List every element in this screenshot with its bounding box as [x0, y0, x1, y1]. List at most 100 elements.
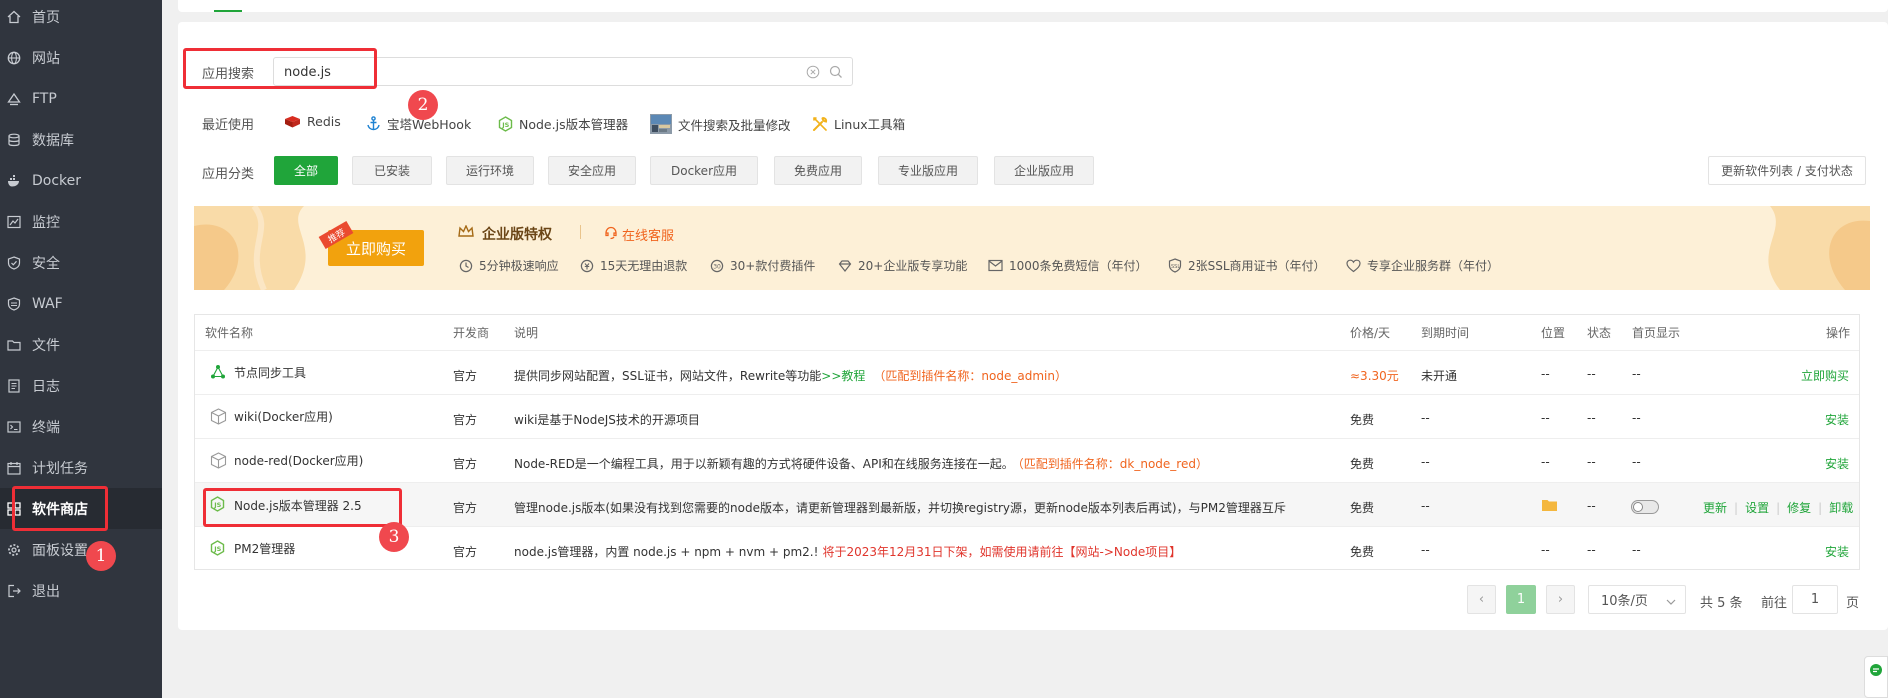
sidebar-item-security[interactable]: 安全: [0, 242, 162, 283]
page-1-button[interactable]: 1: [1506, 585, 1536, 614]
category-pro-button[interactable]: 专业版应用: [878, 156, 978, 185]
feature-label: 2张SSL商用证书（年付）: [1188, 259, 1326, 273]
home-display-toggle[interactable]: [1631, 500, 1659, 514]
category-all-button[interactable]: 全部: [274, 156, 338, 185]
category-free-button[interactable]: 免费应用: [774, 156, 862, 185]
category-runtime-button[interactable]: 运行环境: [446, 156, 534, 185]
sidebar-item-ftp[interactable]: FTP: [0, 78, 162, 119]
description-text: node.js管理器，内置 node.js + npm + nvm + pm2.…: [514, 545, 819, 559]
docker-icon: [7, 174, 21, 188]
col-header-desc: 说明: [514, 326, 539, 340]
sidebar-item-terminal[interactable]: 终端: [0, 406, 162, 447]
sidebar-item-label: 日志: [32, 378, 60, 395]
software-name: PM2管理器: [234, 542, 296, 556]
sidebar-item-home[interactable]: 首页: [0, 0, 162, 37]
sidebar-item-label: 终端: [32, 419, 60, 436]
home-display: --: [1632, 455, 1641, 469]
recent-item-nodejs-manager[interactable]: JS Node.js版本管理器: [498, 114, 628, 133]
sidebar-item-logs[interactable]: 日志: [0, 365, 162, 406]
sidebar-item-logout[interactable]: 退出: [0, 570, 162, 611]
vendor: 官方: [453, 369, 478, 383]
col-header-expire: 到期时间: [1421, 326, 1470, 340]
active-tab-indicator: [214, 10, 242, 12]
online-service-link[interactable]: 在线客服: [622, 225, 674, 244]
install-link[interactable]: 安装: [1825, 411, 1849, 428]
heart-icon: [1346, 259, 1361, 273]
software-name: 节点同步工具: [234, 366, 307, 380]
price: 免费: [1350, 545, 1375, 559]
sidebar-item-files[interactable]: 文件: [0, 324, 162, 365]
sidebar-item-label: FTP: [32, 90, 57, 107]
next-page-button[interactable]: ›: [1546, 585, 1575, 614]
install-link[interactable]: 安装: [1825, 543, 1849, 560]
clear-icon[interactable]: [806, 65, 820, 82]
deprecation-note: 将于2023年12月31日下架，如需使用请前往【网站->Node项目】: [822, 545, 1182, 559]
buy-now-link[interactable]: 立即购买: [1801, 367, 1849, 384]
sidebar-item-monitor[interactable]: 监控: [0, 201, 162, 242]
settings-link[interactable]: 设置: [1745, 501, 1769, 515]
node-sync-icon: [210, 364, 226, 383]
mail-icon: [988, 259, 1003, 272]
goto-page-input[interactable]: 1: [1792, 585, 1838, 614]
category-enterprise-button[interactable]: 企业版应用: [994, 156, 1094, 185]
update-software-list-button[interactable]: 更新软件列表 / 支付状态: [1708, 156, 1866, 185]
folder-icon[interactable]: [1542, 499, 1557, 514]
sidebar-item-label: 首页: [32, 9, 60, 26]
sidebar-item-cron[interactable]: 计划任务: [0, 447, 162, 488]
page-size-value: 10条/页: [1601, 594, 1648, 609]
shield-icon: [7, 255, 21, 270]
search-label: 应用搜索: [202, 67, 255, 82]
sidebar-item-database[interactable]: 数据库: [0, 119, 162, 160]
expire: 未开通: [1421, 369, 1458, 383]
sidebar-item-website[interactable]: 网站: [0, 37, 162, 78]
feature-label: 专享企业服务群（年付）: [1367, 259, 1500, 273]
recent-item-label: Redis: [307, 114, 341, 129]
update-link[interactable]: 更新: [1703, 501, 1727, 515]
total-count: 共 5 条: [1700, 596, 1743, 611]
action-separator: |: [1776, 501, 1781, 515]
recent-item-linux-toolbox[interactable]: Linux工具箱: [812, 114, 905, 133]
install-link[interactable]: 安装: [1825, 455, 1849, 472]
repair-link[interactable]: 修复: [1787, 501, 1811, 515]
nodejs-icon: JS: [498, 115, 513, 132]
recent-label: 最近使用: [202, 118, 255, 133]
banner-divider: [580, 225, 581, 239]
col-header-price: 价格/天: [1350, 326, 1391, 340]
prev-page-button[interactable]: ‹: [1467, 585, 1496, 614]
category-security-button[interactable]: 安全应用: [548, 156, 636, 185]
recent-item-file-search[interactable]: 文件搜索及批量修改: [650, 114, 791, 134]
floating-service-widget[interactable]: [1864, 656, 1888, 698]
sidebar-item-label: 监控: [32, 214, 60, 231]
banner-right-decoration: [1768, 206, 1870, 290]
software-name: node-red(Docker应用): [234, 454, 364, 468]
uninstall-link[interactable]: 卸载: [1829, 501, 1853, 515]
description: 提供同步网站配置，SSL证书，网站文件，Rewrite等功能>>教程 （匹配到插件…: [514, 367, 1067, 384]
tutorial-link[interactable]: >>教程: [821, 369, 865, 383]
sidebar-item-docker[interactable]: Docker: [0, 160, 162, 201]
log-icon: [7, 378, 21, 393]
sidebar-item-label: 数据库: [32, 132, 74, 149]
page-size-select[interactable]: 10条/页: [1588, 585, 1686, 614]
price: 免费: [1350, 501, 1375, 515]
sidebar-item-settings[interactable]: 面板设置: [0, 529, 162, 570]
status: --: [1587, 543, 1596, 557]
recent-item-redis[interactable]: Redis: [284, 114, 341, 129]
category-installed-button[interactable]: 已安装: [352, 156, 432, 185]
home-display: --: [1632, 367, 1641, 381]
sidebar-item-app-store[interactable]: 软件商店: [0, 488, 162, 529]
description: 管理node.js版本(如果没有找到您需要的node版本，请更新管理器到最新版，…: [514, 501, 1286, 515]
col-header-location: 位置: [1541, 326, 1566, 340]
category-docker-button[interactable]: Docker应用: [650, 156, 758, 185]
svg-text:30: 30: [713, 263, 721, 270]
col-header-name: 软件名称: [205, 326, 254, 340]
sidebar-item-waf[interactable]: WAF: [0, 283, 162, 324]
top-tab-card: [178, 0, 1888, 12]
vendor: 官方: [453, 501, 478, 515]
sidebar-item-label: Docker: [32, 172, 82, 189]
search-icon[interactable]: [829, 65, 843, 82]
table-row: 节点同步工具 官方 提供同步网站配置，SSL证书，网站文件，Rewrite等功能…: [195, 350, 1859, 394]
recent-item-label: 文件搜索及批量修改: [678, 117, 791, 133]
waf-icon: [7, 296, 21, 311]
action-separator: |: [1734, 501, 1739, 515]
search-input[interactable]: [284, 63, 764, 81]
